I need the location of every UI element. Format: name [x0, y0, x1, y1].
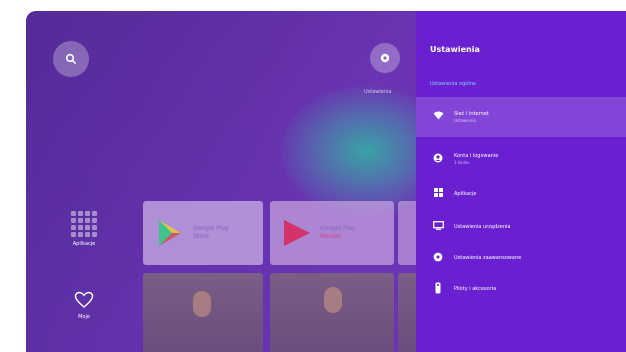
settings-icon — [380, 53, 390, 63]
google-play-movies-card[interactable]: Google Play Movies — [270, 201, 394, 265]
settings-item-accounts[interactable]: Konta i logowanie 1 konto — [416, 145, 626, 173]
tv-home-screen: Ustawienia Aplikacje Moje Google Play St… — [26, 11, 626, 352]
settings-item-label: Ustawienia zaawansowane — [454, 254, 522, 261]
settings-item-label: Sieć i Internet — [454, 111, 489, 117]
partial-app-card[interactable] — [398, 201, 418, 265]
favorites-tile[interactable]: Moje — [66, 291, 102, 320]
wifi-icon — [430, 111, 446, 123]
remote-icon — [430, 282, 446, 297]
video-thumbnail[interactable] — [270, 273, 394, 352]
play-movies-icon — [284, 220, 310, 246]
heart-icon — [74, 291, 94, 308]
profile-label: Ustawienia — [364, 89, 392, 95]
play-store-subtitle: Store — [193, 233, 209, 240]
settings-item-label: Ustawienia urządzenia — [454, 223, 511, 230]
thumbnail-figure — [193, 291, 211, 317]
settings-item-remotes[interactable]: Piloty i akcesoria — [416, 280, 626, 298]
settings-panel: Ustawienia Ustawienia ogólne Sieć i Inte… — [416, 11, 626, 352]
play-movies-title: Google Play — [320, 225, 356, 232]
favorites-tile-label: Moje — [78, 314, 90, 320]
settings-item-label: Aplikacje — [454, 190, 477, 197]
play-movies-card-text: Google Play Movies — [320, 225, 356, 241]
settings-item-secondary: 1 konto — [454, 160, 469, 165]
search-icon — [65, 53, 77, 65]
panel-section-header: Ustawienia ogólne — [430, 81, 476, 87]
panel-title: Ustawienia — [430, 45, 480, 54]
settings-item-network[interactable]: Sieć i Internet Ustawienia — [416, 97, 626, 137]
apps-tile[interactable]: Aplikacje — [66, 211, 102, 247]
apps-tile-label: Aplikacje — [72, 241, 96, 247]
settings-item-advanced[interactable]: Ustawienia zaawansowane — [416, 249, 626, 267]
play-store-title: Google Play — [193, 225, 229, 232]
apps-icon — [430, 188, 446, 200]
video-thumbnail[interactable] — [398, 273, 418, 352]
profile-button[interactable] — [370, 43, 400, 73]
google-play-icon — [159, 220, 181, 246]
google-play-store-card[interactable]: Google Play Store — [143, 201, 263, 265]
settings-item-label: Piloty i akcesoria — [454, 285, 497, 292]
settings-item-label: Konta i logowanie — [454, 153, 499, 159]
advanced-settings-icon — [430, 252, 446, 265]
display-icon — [430, 221, 446, 233]
apps-grid-icon — [71, 211, 97, 237]
settings-item-secondary: Ustawienia — [454, 118, 476, 123]
settings-item-device[interactable]: Ustawienia urządzenia — [416, 218, 626, 236]
thumbnail-figure — [324, 287, 342, 313]
settings-item-apps[interactable]: Aplikacje — [416, 185, 626, 203]
play-store-card-text: Google Play Store — [193, 225, 229, 241]
play-movies-subtitle: Movies — [320, 233, 341, 240]
search-button[interactable] — [53, 41, 89, 77]
video-thumbnail[interactable] — [143, 273, 263, 352]
account-icon — [430, 153, 446, 166]
